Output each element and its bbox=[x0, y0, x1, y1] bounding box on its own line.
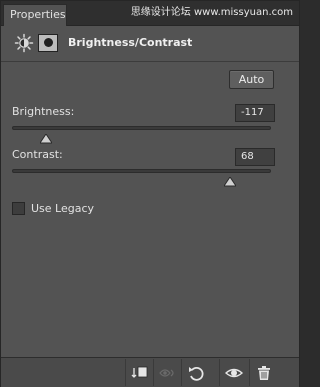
view-previous-state-icon[interactable] bbox=[153, 359, 181, 386]
brightness-slider-thumb[interactable] bbox=[38, 129, 53, 144]
watermark-text: 思缘设计论坛 www.missyuan.com bbox=[130, 7, 293, 18]
properties-header: Brightness/Contrast bbox=[1, 26, 299, 62]
tab-properties[interactable]: Properties bbox=[3, 4, 67, 26]
auto-button[interactable]: Auto bbox=[229, 70, 274, 89]
visibility-eye-icon[interactable] bbox=[219, 359, 247, 386]
layer-mask-icon[interactable] bbox=[38, 34, 58, 52]
properties-panel: Properties 思缘设计论坛 www.missyuan.com Brigh… bbox=[0, 0, 300, 387]
brightness-label: Brightness: bbox=[12, 105, 75, 118]
contrast-value-field[interactable]: 68 bbox=[235, 148, 275, 166]
use-legacy-label: Use Legacy bbox=[31, 202, 95, 215]
trash-icon[interactable] bbox=[249, 359, 277, 386]
clip-to-layer-icon[interactable] bbox=[125, 359, 153, 386]
adjustment-title: Brightness/Contrast bbox=[68, 36, 193, 49]
brightness-value-field[interactable]: -117 bbox=[235, 104, 275, 122]
bottom-toolbar bbox=[1, 357, 299, 387]
panel-tab-bar: Properties 思缘设计论坛 www.missyuan.com bbox=[1, 1, 299, 26]
use-legacy-checkbox[interactable] bbox=[12, 202, 25, 215]
mask-dot bbox=[44, 38, 53, 47]
contrast-label: Contrast: bbox=[12, 148, 63, 161]
contrast-slider-thumb[interactable] bbox=[222, 172, 237, 187]
brightness-contrast-icon[interactable] bbox=[14, 33, 34, 53]
reset-icon[interactable] bbox=[181, 359, 209, 386]
